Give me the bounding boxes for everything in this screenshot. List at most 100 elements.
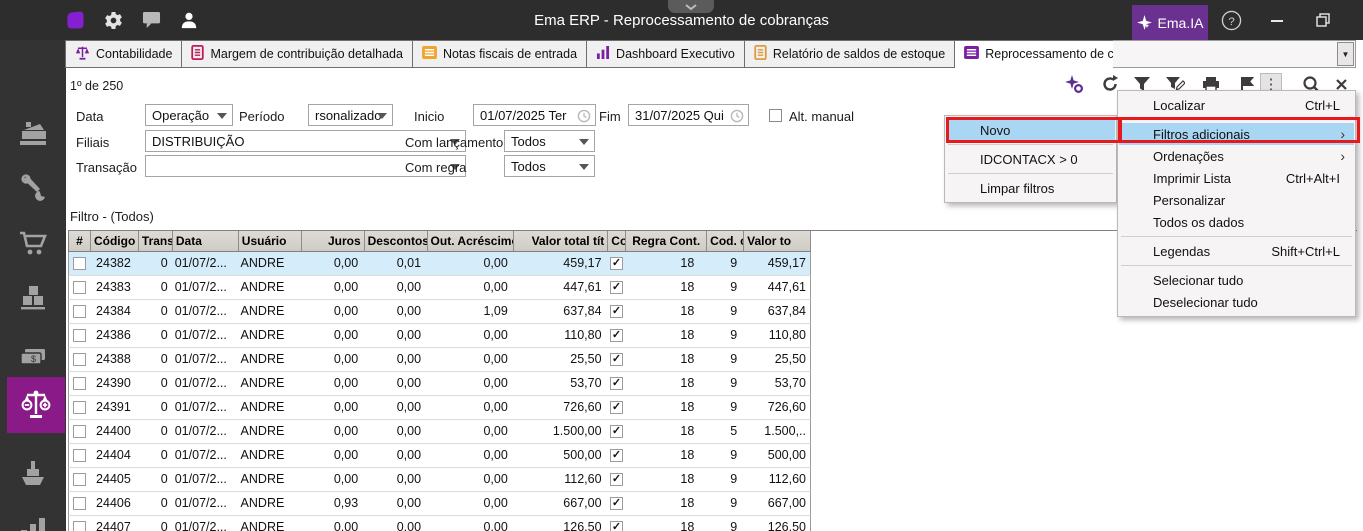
- cont-checkbox[interactable]: ✓: [610, 377, 623, 390]
- sidebar-item-cash-register[interactable]: [0, 113, 66, 153]
- cell-valor_to: 726,60: [743, 396, 810, 419]
- cont-checkbox[interactable]: ✓: [610, 257, 623, 270]
- tab-search-combobox[interactable]: ▼: [1113, 40, 1356, 68]
- menu-item-deselecionar-tudo[interactable]: Deselecionar tudo: [1119, 291, 1354, 313]
- menu-item-personalizar[interactable]: Personalizar: [1119, 189, 1354, 211]
- menu-item-todos-os-dados[interactable]: Todos os dados: [1119, 211, 1354, 233]
- cont-checkbox[interactable]: ✓: [610, 425, 623, 438]
- cont-checkbox[interactable]: ✓: [610, 497, 623, 510]
- row-checkbox[interactable]: [73, 497, 86, 510]
- restore-button[interactable]: [1312, 9, 1334, 31]
- cell-out_acrescimo: 0,00: [427, 276, 514, 299]
- menu-item-selecionar-tudo[interactable]: Selecionar tudo: [1119, 269, 1354, 291]
- cell-juros: 0,00: [301, 396, 364, 419]
- sidebar-item-boxes[interactable]: [0, 277, 66, 317]
- row-checkbox[interactable]: [73, 401, 86, 414]
- column-header-valor_to[interactable]: Valor to: [744, 231, 811, 251]
- table-row[interactable]: 24388001/07/2...ANDRE0,000,000,0025,50✓1…: [68, 348, 811, 372]
- menu-item-idcontacx-0[interactable]: IDCONTACX > 0: [946, 148, 1115, 170]
- tab-margem-de-contribui-o-detalhada[interactable]: Margem de contribuição detalhada: [182, 40, 412, 68]
- inicio-label: Inicio: [414, 109, 444, 124]
- table-row[interactable]: 24390001/07/2...ANDRE0,000,000,0053,70✓1…: [68, 372, 811, 396]
- menu-item-imprimir-lista[interactable]: Imprimir ListaCtrl+Alt+I: [1119, 167, 1354, 189]
- cont-checkbox[interactable]: ✓: [610, 329, 623, 342]
- chevron-down-icon[interactable]: ▼: [1337, 42, 1354, 66]
- cont-checkbox[interactable]: ✓: [610, 449, 623, 462]
- table-row[interactable]: 24400001/07/2...ANDRE0,000,000,001.500,0…: [68, 420, 811, 444]
- cell-data: 01/07/2...: [173, 300, 239, 323]
- emaia-button[interactable]: Ema.IA: [1132, 5, 1208, 40]
- fim-date-input[interactable]: 31/07/2025 Qui: [628, 104, 749, 126]
- column-header-select[interactable]: #: [69, 231, 91, 251]
- row-checkbox[interactable]: [73, 353, 86, 366]
- cell-cod_con: 9: [706, 276, 743, 299]
- table-row[interactable]: 24382001/07/2...ANDRE0,000,010,00459,17✓…: [68, 252, 811, 276]
- table-row[interactable]: 24405001/07/2...ANDRE0,000,000,00112,60✓…: [68, 468, 811, 492]
- cont-checkbox[interactable]: ✓: [610, 305, 623, 318]
- menu-item-legendas[interactable]: LegendasShift+Ctrl+L: [1119, 240, 1354, 262]
- tab-bar: ContabilidadeMargem de contribuição deta…: [65, 40, 1198, 68]
- cell-juros: 0,00: [301, 252, 364, 275]
- column-header-data[interactable]: Data: [173, 231, 239, 251]
- table-row[interactable]: 24407001/07/2...ANDRE0,000,000,00126,50✓…: [68, 516, 811, 531]
- column-header-usuario[interactable]: Usuário: [239, 231, 302, 251]
- column-header-juros[interactable]: Juros: [302, 231, 365, 251]
- cont-checkbox[interactable]: ✓: [610, 401, 623, 414]
- table-row[interactable]: 24391001/07/2...ANDRE0,000,000,00726,60✓…: [68, 396, 811, 420]
- cell-valor_total: 447,61: [514, 276, 608, 299]
- row-checkbox[interactable]: [73, 425, 86, 438]
- row-checkbox[interactable]: [73, 449, 86, 462]
- sidebar-item-chart-bars[interactable]: [0, 510, 66, 531]
- row-checkbox[interactable]: [73, 281, 86, 294]
- cell-descontos: 0,00: [364, 372, 427, 395]
- menu-item-ordena-es[interactable]: Ordenações›: [1119, 145, 1354, 167]
- periodo-select[interactable]: rsonalizado: [308, 104, 393, 126]
- sidebar-item-ship[interactable]: [0, 453, 66, 493]
- row-checkbox[interactable]: [73, 473, 86, 486]
- cont-checkbox[interactable]: ✓: [610, 473, 623, 486]
- close-button[interactable]: [1358, 9, 1363, 31]
- row-checkbox[interactable]: [73, 305, 86, 318]
- table-row[interactable]: 24384001/07/2...ANDRE0,000,001,09637,84✓…: [68, 300, 811, 324]
- column-header-cont[interactable]: Cont: [608, 231, 626, 251]
- cell-codigo: 24390: [91, 372, 139, 395]
- minimize-button[interactable]: [1266, 9, 1288, 31]
- menu-item-localizar[interactable]: LocalizarCtrl+L: [1119, 94, 1354, 116]
- sidebar-item-scales[interactable]: [7, 377, 65, 433]
- column-header-regra[interactable]: Regra Cont.: [626, 231, 707, 251]
- toolbar-ai-sparkle-icon[interactable]: [1063, 73, 1085, 95]
- column-header-descontos[interactable]: Descontos: [365, 231, 428, 251]
- table-row[interactable]: 24383001/07/2...ANDRE0,000,000,00447,61✓…: [68, 276, 811, 300]
- column-header-codigo[interactable]: Código: [91, 231, 139, 251]
- com-lancamento-select[interactable]: Todos: [504, 130, 595, 152]
- row-checkbox[interactable]: [73, 329, 86, 342]
- table-row[interactable]: 24404001/07/2...ANDRE0,000,000,00500,00✓…: [68, 444, 811, 468]
- sidebar-item-money[interactable]: $: [0, 337, 66, 377]
- column-header-cod_con[interactable]: Cod. con: [707, 231, 744, 251]
- titlebar-collapse-handle[interactable]: [668, 0, 714, 13]
- menu-item-limpar-filtros[interactable]: Limpar filtros: [946, 177, 1115, 199]
- tab-relat-rio-de-saldos-de-estoque[interactable]: Relatório de saldos de estoque: [745, 40, 955, 68]
- cell-data: 01/07/2...: [173, 516, 239, 531]
- row-checkbox[interactable]: [73, 377, 86, 390]
- tab-contabilidade[interactable]: Contabilidade: [65, 40, 182, 68]
- table-row[interactable]: 24406001/07/2...ANDRE0,930,000,00667,00✓…: [68, 492, 811, 516]
- com-regra-select[interactable]: Todos: [504, 155, 595, 177]
- cont-checkbox[interactable]: ✓: [610, 353, 623, 366]
- row-checkbox[interactable]: [73, 521, 86, 531]
- alt-manual-checkbox[interactable]: [769, 109, 782, 122]
- data-select[interactable]: Operação: [145, 104, 233, 126]
- column-header-trans[interactable]: Trans: [139, 231, 173, 251]
- tab-dashboard-executivo[interactable]: Dashboard Executivo: [587, 40, 745, 68]
- sidebar-item-cart[interactable]: [0, 223, 66, 263]
- inicio-date-input[interactable]: 01/07/2025 Ter: [473, 104, 596, 126]
- table-row[interactable]: 24386001/07/2...ANDRE0,000,000,00110,80✓…: [68, 324, 811, 348]
- column-header-out_acrescimo[interactable]: Out. Acréscimo: [428, 231, 515, 251]
- tab-notas-fiscais-de-entrada[interactable]: Notas fiscais de entrada: [413, 40, 587, 68]
- cont-checkbox[interactable]: ✓: [610, 521, 623, 531]
- column-header-valor_total[interactable]: Valor total tít: [514, 231, 608, 251]
- help-button[interactable]: ?: [1220, 9, 1242, 31]
- cont-checkbox[interactable]: ✓: [610, 281, 623, 294]
- sidebar-item-tools[interactable]: [0, 167, 66, 207]
- row-checkbox[interactable]: [73, 257, 86, 270]
